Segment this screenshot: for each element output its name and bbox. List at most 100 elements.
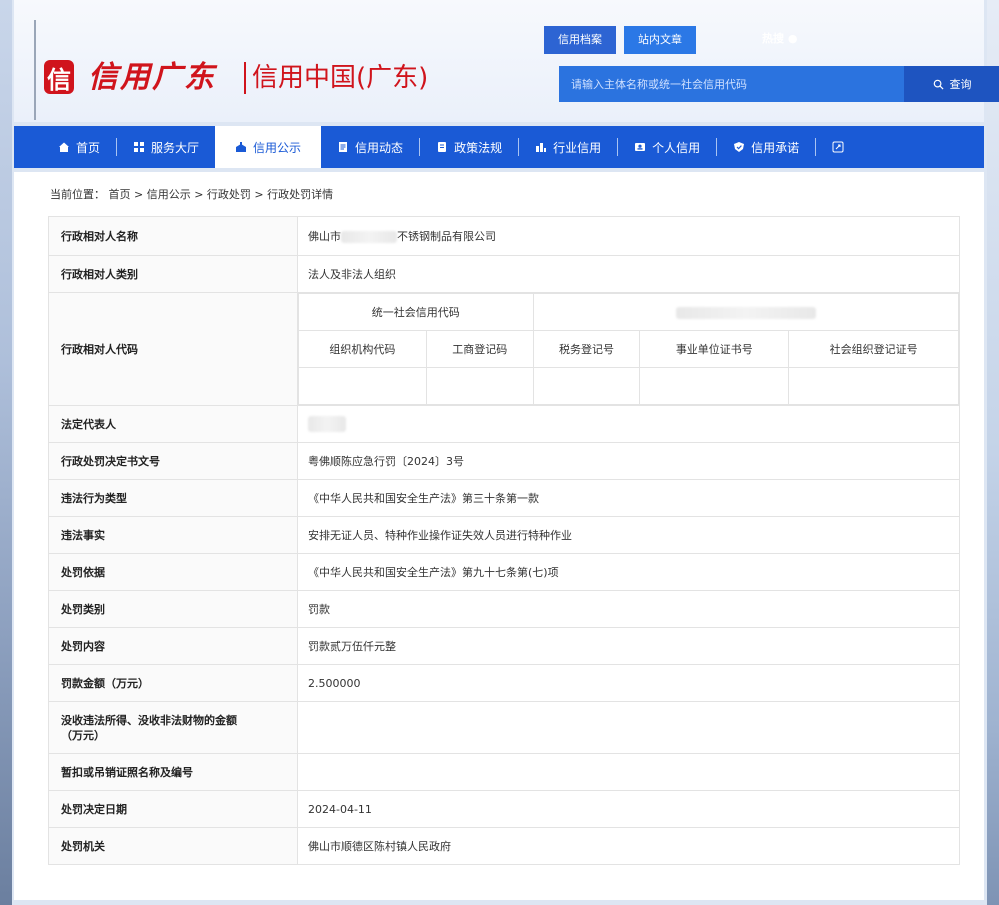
search-button-label: 查询	[949, 78, 972, 91]
building-icon	[236, 142, 247, 152]
field-label: 没收违法所得、没收非法财物的金额（万元）	[48, 701, 298, 754]
table-row: 处罚机关 佛山市顺德区陈村镇人民政府	[48, 827, 960, 865]
penalty-detail-table: 行政相对人名称 佛山市 不锈钢制品有限公司 行政相对人类别 法人及非法人组织 行政…	[48, 216, 960, 865]
table-row: 没收违法所得、没收非法财物的金额（万元）	[48, 701, 960, 754]
table-row: 法定代表人	[48, 405, 960, 443]
nav-item-commitment[interactable]: 信用承诺	[717, 126, 815, 168]
field-label: 行政相对人类别	[48, 255, 298, 293]
field-value: 罚款	[297, 590, 960, 628]
nav-item-credit-disclosure[interactable]: 信用公示	[215, 126, 322, 168]
table-row: 违法事实 安排无证人员、特种作业操作证失效人员进行特种作业	[48, 516, 960, 554]
field-value	[297, 701, 960, 754]
nav-item-fullscreen[interactable]	[816, 126, 860, 168]
code-value	[425, 367, 534, 405]
hot-search-label[interactable]: 热搜 ●	[762, 30, 797, 46]
field-label: 行政相对人代码	[48, 292, 298, 406]
background-right	[987, 0, 999, 905]
code-value	[788, 367, 959, 405]
code-header: 社会组织登记证号	[788, 330, 959, 368]
table-row: 行政相对人名称 佛山市 不锈钢制品有限公司	[48, 216, 960, 256]
background-left	[0, 0, 12, 905]
field-label: 处罚决定日期	[48, 790, 298, 828]
field-value: 《中华人民共和国安全生产法》第三十条第一款	[297, 479, 960, 517]
redaction	[675, 306, 816, 319]
logo-title: 信用中国(广东)	[252, 63, 429, 93]
table-row: 行政相对人类别 法人及非法人组织	[48, 255, 960, 293]
nav-item-policy[interactable]: 政策法规	[420, 126, 518, 168]
nav-label: 信用公示	[253, 140, 302, 155]
field-value: 安排无证人员、特种作业操作证失效人员进行特种作业	[297, 516, 960, 554]
tab-site-articles[interactable]: 站内文章	[624, 26, 696, 54]
company-name-suffix: 不锈钢制品有限公司	[397, 230, 496, 243]
field-value: 2.500000	[297, 664, 960, 702]
code-value	[639, 367, 790, 405]
tower-decoration	[34, 20, 36, 120]
id-card-icon	[635, 143, 646, 151]
code-header: 事业单位证书号	[639, 330, 790, 368]
code-cell: 统一社会信用代码 组织机构代码 工商登记码 税务登记号 事业单位证书号 社会组织…	[297, 292, 960, 406]
field-value: 2024-04-11	[297, 790, 960, 828]
field-label: 罚款金额（万元）	[48, 664, 298, 702]
code-header: 统一社会信用代码	[298, 293, 534, 331]
search-bar: 查询	[559, 66, 999, 102]
field-value	[297, 753, 960, 791]
field-label: 法定代表人	[48, 405, 298, 443]
logo-divider	[244, 62, 246, 94]
field-value: 《中华人民共和国安全生产法》第九十七条第(七)项	[297, 553, 960, 591]
field-label: 行政相对人名称	[48, 216, 298, 256]
search-button[interactable]: 查询	[904, 66, 999, 102]
table-row: 处罚决定日期 2024-04-11	[48, 790, 960, 828]
nav-item-home[interactable]: 首页	[14, 126, 116, 168]
table-row: 违法行为类型 《中华人民共和国安全生产法》第三十条第一款	[48, 479, 960, 517]
search-input[interactable]	[559, 66, 904, 102]
code-header: 工商登记码	[425, 330, 534, 368]
search-icon	[933, 79, 944, 90]
logo-script-text: 信用广东	[88, 60, 216, 95]
field-value	[297, 405, 960, 443]
main-nav: 首页 服务大厅 信用公示 信用动态 政策法规 行业信用 个人信用 信用承诺	[14, 126, 984, 168]
nav-item-personal[interactable]: 个人信用	[618, 126, 716, 168]
table-row: 处罚内容 罚款贰万伍仟元整	[48, 627, 960, 665]
home-icon	[59, 142, 69, 152]
table-row: 处罚依据 《中华人民共和国安全生产法》第九十七条第(七)项	[48, 553, 960, 591]
book-icon	[438, 142, 447, 152]
nav-label: 首页	[76, 140, 101, 155]
site-header: 信 信用广东 信用中国(广东) 信用档案 站内文章 热搜 ● 查询	[14, 0, 999, 122]
field-value: 佛山市顺德区陈村镇人民政府	[297, 827, 960, 865]
redaction	[308, 416, 346, 432]
field-value: 法人及非法人组织	[297, 255, 960, 293]
table-row: 行政相对人代码 统一社会信用代码 组织机构代码 工商登记码 税务登记号 事业单位…	[48, 292, 960, 406]
table-row: 行政处罚决定书文号 粤佛顺陈应急行罚〔2024〕3号	[48, 442, 960, 480]
table-row: 处罚类别 罚款	[48, 590, 960, 628]
fire-icon: ●	[787, 32, 798, 45]
table-row: 暂扣或吊销证照名称及编号	[48, 753, 960, 791]
nav-label: 行业信用	[553, 140, 602, 155]
nav-item-service-hall[interactable]: 服务大厅	[117, 126, 215, 168]
code-value	[532, 293, 960, 331]
top-tabs: 信用档案 站内文章	[544, 26, 696, 54]
logo-icon: 信	[44, 60, 74, 94]
code-subtable: 统一社会信用代码 组织机构代码 工商登记码 税务登记号 事业单位证书号 社会组织…	[298, 293, 960, 405]
shield-icon	[734, 142, 745, 152]
tab-credit-archive[interactable]: 信用档案	[544, 26, 616, 54]
field-value: 粤佛顺陈应急行罚〔2024〕3号	[297, 442, 960, 480]
code-header: 税务登记号	[532, 330, 641, 368]
nav-label: 信用承诺	[751, 140, 800, 155]
redaction	[341, 231, 397, 243]
field-label: 处罚类别	[48, 590, 298, 628]
field-value: 佛山市 不锈钢制品有限公司	[297, 216, 960, 256]
bar-chart-icon	[536, 143, 547, 152]
nav-label: 政策法规	[454, 140, 503, 155]
field-label: 处罚内容	[48, 627, 298, 665]
nav-item-industry[interactable]: 行业信用	[519, 126, 617, 168]
expand-icon	[832, 141, 844, 153]
code-value	[532, 367, 641, 405]
field-label: 处罚依据	[48, 553, 298, 591]
code-header: 组织机构代码	[298, 330, 427, 368]
breadcrumb: 当前位置： 首页 > 信用公示 > 行政处罚 > 行政处罚详情	[50, 188, 334, 201]
field-value: 罚款贰万伍仟元整	[297, 627, 960, 665]
nav-label: 个人信用	[652, 140, 701, 155]
field-label: 违法行为类型	[48, 479, 298, 517]
hot-search-text: 热搜	[762, 32, 784, 45]
nav-item-credit-news[interactable]: 信用动态	[321, 126, 419, 168]
